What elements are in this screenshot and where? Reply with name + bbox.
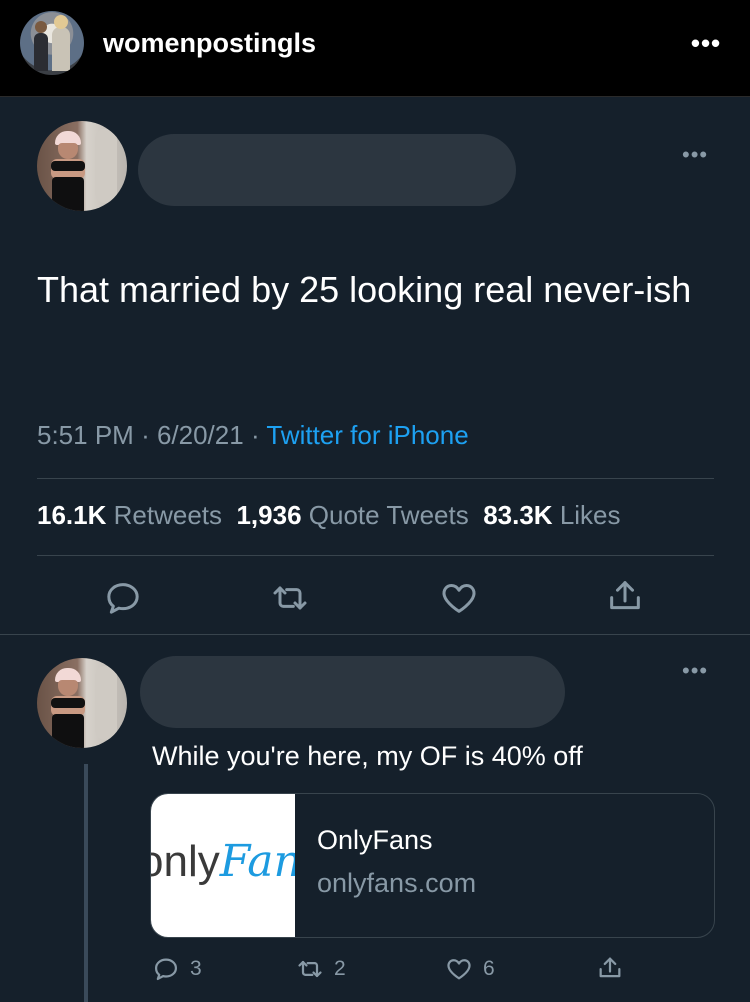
divider xyxy=(37,555,714,556)
retweet-icon xyxy=(298,960,322,978)
reply-more-icon[interactable]: ••• xyxy=(682,658,708,684)
redacted-author-name xyxy=(138,134,516,206)
tweet-text: That married by 25 looking real never-is… xyxy=(37,269,692,310)
redacted-reply-author-name xyxy=(140,656,565,728)
divider xyxy=(37,478,714,479)
quote-tweets-stat[interactable]: 1,936 Quote Tweets xyxy=(236,500,468,530)
tweet-meta: 5:51 PM · 6/20/21 · Twitter for iPhone xyxy=(37,420,469,451)
tweet-stats: 16.1K Retweets 1,936 Quote Tweets 83.3K … xyxy=(37,500,621,531)
reply-icon[interactable] xyxy=(103,578,143,618)
meta-separator: · xyxy=(250,420,267,450)
card-domain: onlyfans.com xyxy=(317,868,477,898)
likes-stat[interactable]: 83.3K Likes xyxy=(483,500,620,530)
reply-text: While you're here, my OF is 40% off xyxy=(152,741,583,771)
onlyfans-logo-thumbnail: onlyFans xyxy=(151,794,295,937)
share-icon xyxy=(599,957,621,978)
reply-author-avatar[interactable] xyxy=(37,658,127,748)
divider xyxy=(0,634,750,635)
retweets-stat[interactable]: 16.1K Retweets xyxy=(37,500,222,530)
share-action[interactable] xyxy=(596,953,634,983)
share-icon[interactable] xyxy=(605,576,645,616)
reply-icon xyxy=(154,958,178,981)
heart-icon xyxy=(447,959,471,980)
retweet-action[interactable]: 2 xyxy=(296,954,346,984)
tweet-date: 6/20/21 xyxy=(156,420,244,450)
tweet-more-icon[interactable]: ••• xyxy=(682,142,708,168)
more-options-icon[interactable]: ••• xyxy=(686,28,726,58)
thread-line xyxy=(84,764,88,1002)
onlyfans-logo: onlyFans xyxy=(151,836,295,887)
account-avatar[interactable] xyxy=(20,11,84,75)
retweet-icon[interactable] xyxy=(270,578,310,618)
card-title: OnlyFans xyxy=(317,825,433,855)
link-preview-card[interactable]: onlyFans OnlyFans onlyfans.com xyxy=(150,793,715,938)
tweet-time: 5:51 PM xyxy=(37,420,134,450)
account-username[interactable]: womenpostingls xyxy=(103,28,316,59)
like-action[interactable]: 6 xyxy=(445,954,495,984)
instagram-header: womenpostingls ••• xyxy=(0,0,750,97)
retweet-count: 2 xyxy=(334,957,346,980)
tweet-source-link[interactable]: Twitter for iPhone xyxy=(266,420,468,450)
meta-separator: · xyxy=(141,420,157,450)
tweet-author-avatar[interactable] xyxy=(37,121,127,211)
like-count: 6 xyxy=(483,957,495,980)
reply-count: 3 xyxy=(190,957,202,980)
heart-icon[interactable] xyxy=(439,578,479,618)
reply-action[interactable]: 3 xyxy=(152,954,202,984)
